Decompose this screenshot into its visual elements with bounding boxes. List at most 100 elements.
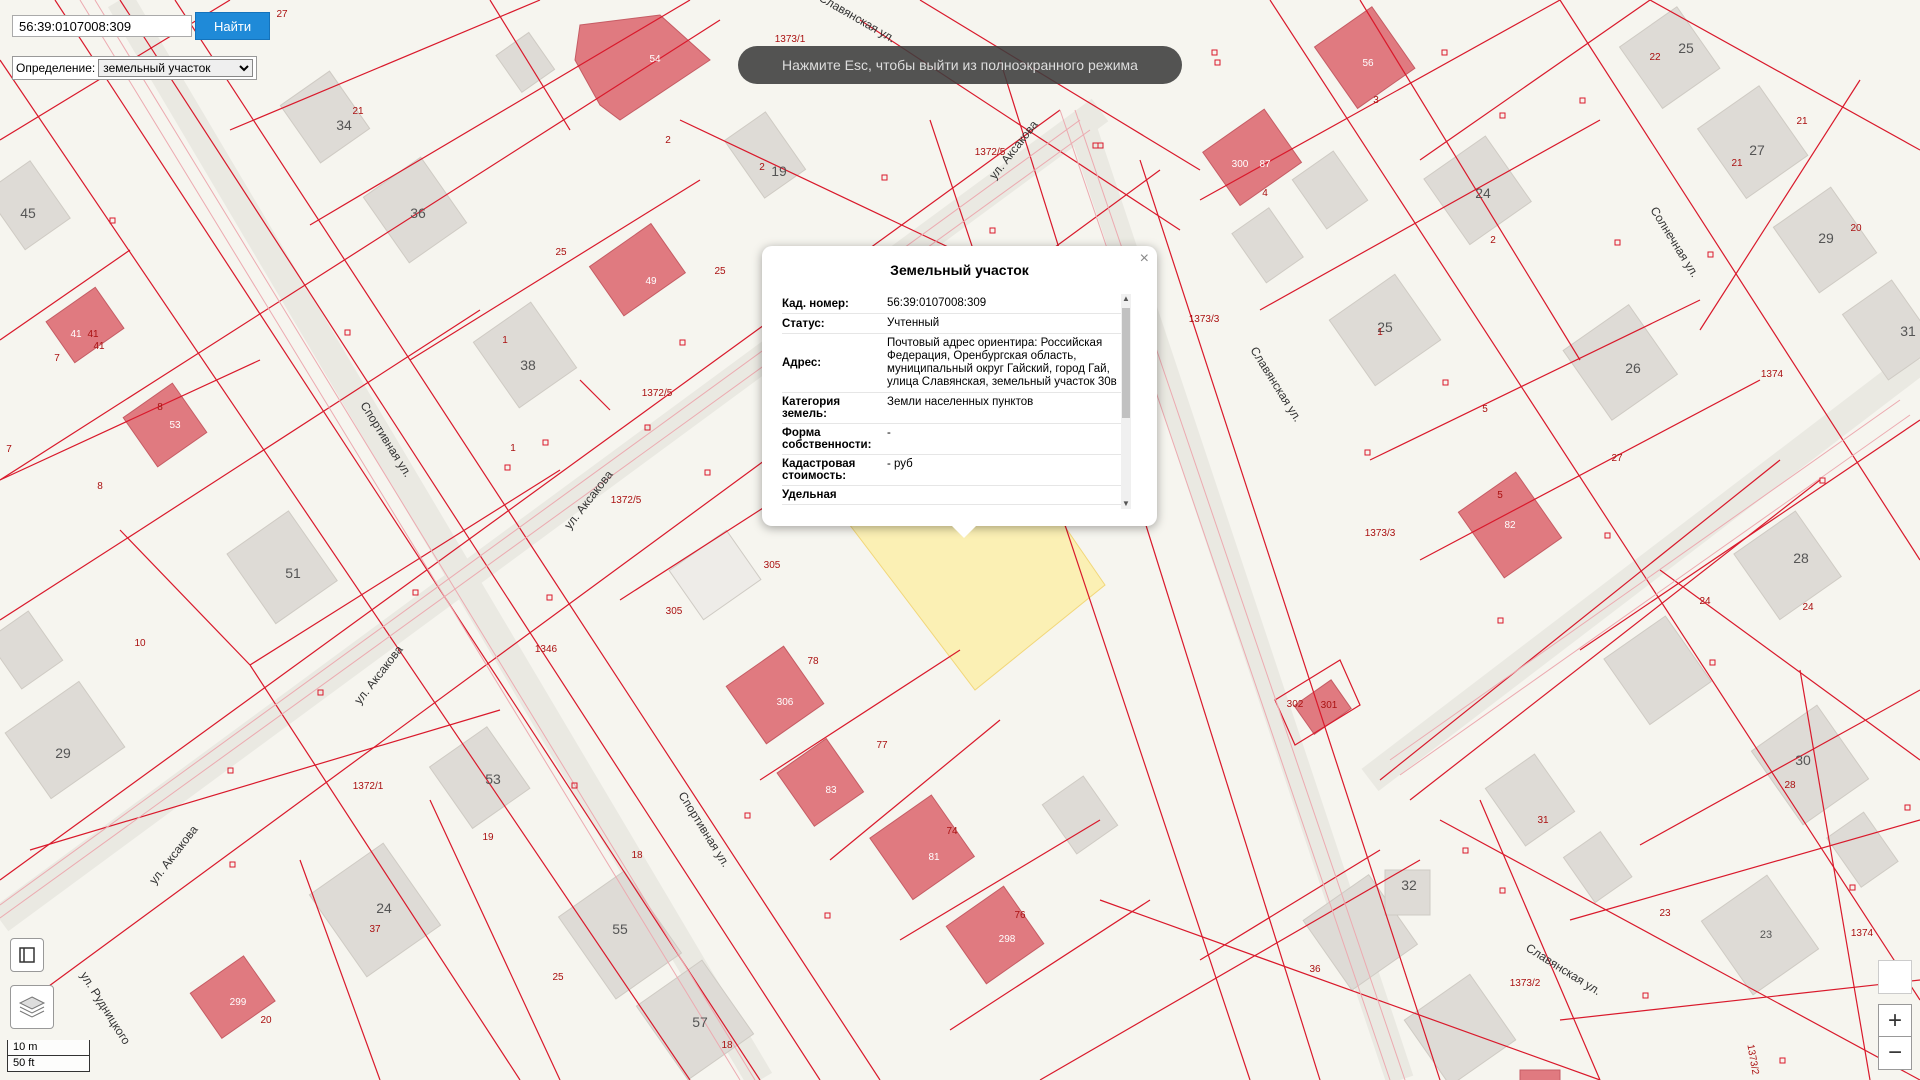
measure-tool-button[interactable] — [10, 938, 44, 972]
parcel-number: 8 — [97, 481, 103, 492]
popup-label: Адрес: — [782, 357, 822, 369]
close-icon[interactable]: × — [1140, 250, 1149, 268]
zoom-out-button[interactable]: − — [1878, 1036, 1912, 1070]
house-number: 49 — [645, 276, 657, 287]
house-number: 28 — [1793, 550, 1809, 566]
ruler-icon — [19, 947, 35, 963]
parcel-number: 20 — [1850, 223, 1862, 234]
house-number: 54 — [649, 54, 661, 65]
parcel-number: 1372/5 — [975, 147, 1006, 158]
popup-row: Кад. номер: 56:39:0107008:309 — [782, 294, 1126, 314]
parcel-number: 28 — [1784, 780, 1796, 791]
parcel-number: 25 — [555, 247, 567, 258]
parcel-number: 1372/5 — [611, 495, 642, 506]
popup-label: Категория земель: — [782, 396, 841, 420]
house-number: 305 — [764, 560, 781, 571]
popup-row: Категория земель: Земли населенных пункт… — [782, 393, 1126, 424]
parcel-number: 31 — [1537, 815, 1549, 826]
parcel-number: 1374 — [1761, 369, 1784, 380]
parcel-number: 1373/3 — [1189, 314, 1220, 325]
definition-label: Определение: — [16, 61, 96, 75]
house-number: 38 — [520, 357, 536, 373]
house-number: 81 — [928, 852, 940, 863]
parcel-number: 5 — [1497, 490, 1503, 501]
parcel-number: 25 — [714, 266, 726, 277]
cadastral-map[interactable]: Спортивная ул. Спортивная ул. ул. Аксако… — [0, 0, 1920, 1080]
layers-icon — [18, 996, 46, 1018]
street-label: Славянская ул. — [817, 0, 898, 46]
zoom-in-button[interactable]: + — [1878, 1004, 1912, 1038]
find-button[interactable]: Найти — [195, 12, 271, 40]
layers-button[interactable] — [10, 985, 54, 1029]
parcel-number: 1 — [502, 335, 508, 346]
fullscreen-exit-message: Нажмите Esc, чтобы выйти из полноэкранно… — [738, 46, 1182, 84]
parcel-number: 1374 — [1851, 928, 1874, 939]
parcel-info-popup: Земельный участок × Кад. номер: 56:39:01… — [762, 246, 1157, 538]
popup-value: - — [887, 427, 891, 439]
street-label: ул. Аксакова — [146, 822, 201, 886]
cadastral-search-input[interactable] — [12, 15, 192, 37]
popup-row: Форма собственности: - — [782, 424, 1126, 455]
house-number: 299 — [230, 997, 247, 1008]
parcel-number: 302 — [1287, 699, 1304, 710]
house-number: 24 — [376, 900, 392, 916]
scale-imperial: 50 ft — [7, 1056, 90, 1072]
parcel-number: 1346 — [535, 644, 558, 655]
popup-row: Удельная — [782, 486, 1126, 505]
parcel-number: 77 — [876, 740, 888, 751]
popup-value: 56:39:0107008:309 — [887, 297, 987, 309]
parcel-number: 1373/2 — [1744, 1044, 1760, 1076]
house-number: 298 — [999, 934, 1016, 945]
parcel-number: 37 — [369, 924, 381, 935]
popup-label: Кад. номер: — [782, 298, 849, 310]
parcel-number: 305 — [666, 606, 683, 617]
popup-value: Земли населенных пунктов — [887, 396, 1034, 408]
parcel-number: 21 — [1796, 116, 1808, 127]
parcel-number: 1373/3 — [1365, 528, 1396, 539]
scroll-thumb[interactable] — [1122, 308, 1130, 418]
scale-metric: 10 m — [7, 1040, 90, 1056]
search-bar: Найти — [12, 12, 271, 40]
parcel-number: 1373/2 — [1510, 978, 1541, 989]
popup-row: Кадастровая стоимость: - руб — [782, 455, 1126, 486]
fullscreen-exit-text: Нажмите Esc, чтобы выйти из полноэкранно… — [782, 57, 1138, 73]
popup-scrollbar[interactable]: ▲ ▼ — [1121, 294, 1131, 509]
house-number: 23 — [1760, 929, 1772, 941]
house-number: 53 — [485, 771, 501, 787]
popup-title: Земельный участок — [890, 262, 1029, 278]
parcel-number: 1373/1 — [775, 34, 806, 45]
parcel-number: 1 — [510, 443, 516, 454]
map-canvas[interactable]: Спортивная ул. Спортивная ул. ул. Аксако… — [0, 0, 1920, 1080]
popup-label: Удельная — [782, 489, 837, 501]
parcel-number: 24 — [1699, 596, 1711, 607]
parcel-number: 22 — [1649, 52, 1661, 63]
popup-body: Кад. номер: 56:39:0107008:309 Статус: Уч… — [782, 294, 1126, 516]
scroll-up-icon[interactable]: ▲ — [1121, 294, 1131, 304]
house-number: 30 — [1795, 752, 1811, 768]
popup-row: Статус: Учтенный — [782, 314, 1126, 334]
house-number: 306 — [777, 697, 794, 708]
scroll-down-icon[interactable]: ▼ — [1121, 499, 1131, 509]
parcel-number: 1372/5 — [642, 388, 673, 399]
house-number: 24 — [1475, 185, 1491, 201]
parcel-number: 21 — [352, 106, 364, 117]
parcel-number: 7 — [54, 353, 60, 364]
parcel-number: 21 — [1731, 158, 1743, 169]
house-number: 82 — [1504, 520, 1516, 531]
parcel-number: 1 — [1377, 327, 1383, 338]
popup-label: Статус: — [782, 318, 825, 330]
house-number: 34 — [336, 117, 352, 133]
parcel-number: 27 — [1611, 453, 1623, 464]
house-number: 32 — [1401, 877, 1417, 893]
parcel-number: 19 — [482, 832, 494, 843]
popup-value: Почтовый адрес ориентира: Российская Фед… — [887, 337, 1117, 388]
parcel-number: 78 — [807, 656, 819, 667]
house-number: 41 — [70, 329, 82, 340]
zoom-reset-button[interactable] — [1878, 960, 1912, 994]
street-label: ул. Рудницкого — [77, 969, 133, 1047]
definition-select[interactable]: земельный участок — [98, 59, 254, 77]
parcel-number: 5 — [1482, 404, 1488, 415]
parcel-number: 2 — [1490, 235, 1496, 246]
popup-label: Форма собственности: — [782, 427, 872, 451]
parcel-number: 10 — [134, 638, 146, 649]
